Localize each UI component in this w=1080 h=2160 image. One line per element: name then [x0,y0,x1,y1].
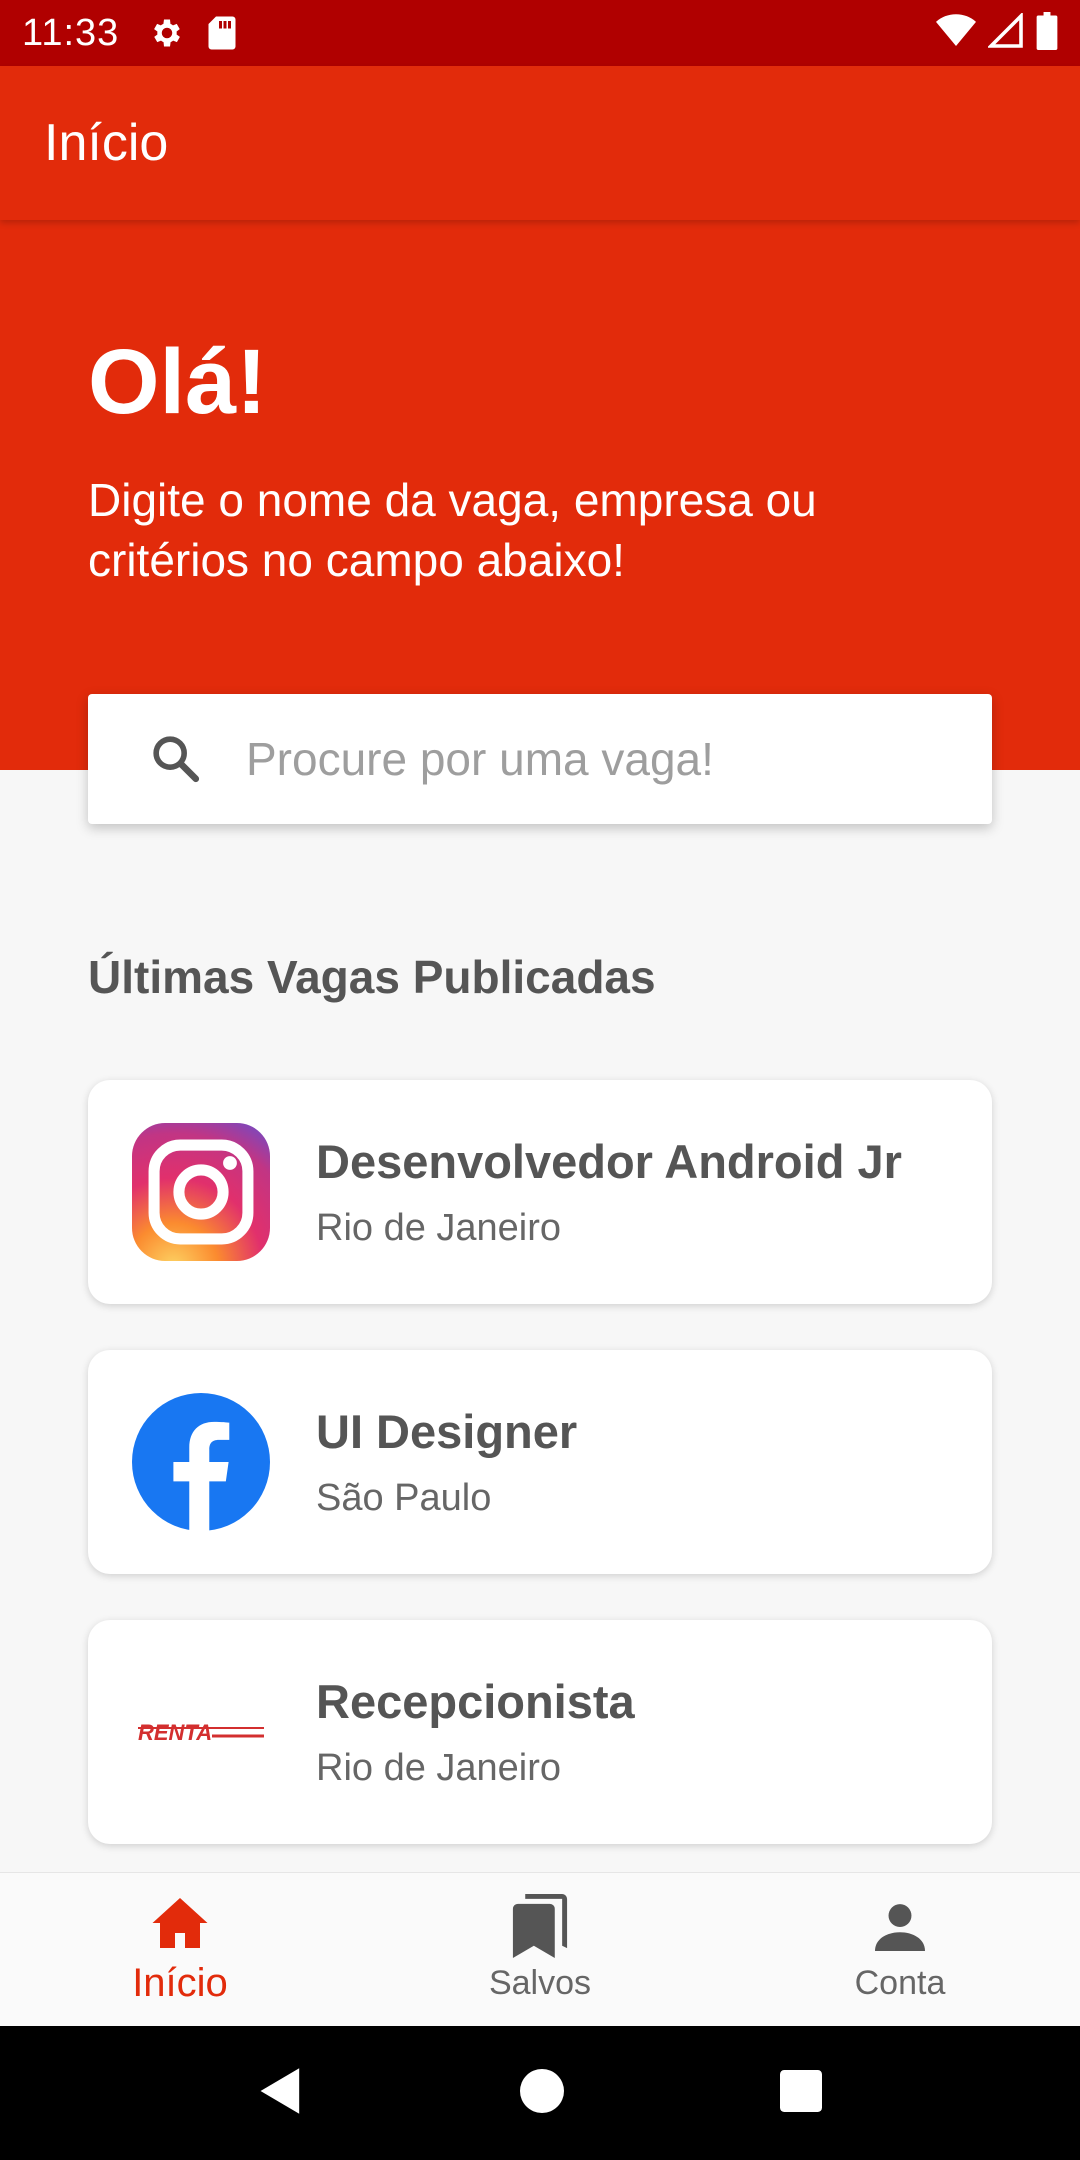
nav-item-salvos[interactable]: Salvos [360,1873,720,2026]
search-bar[interactable] [88,694,992,824]
job-text: Desenvolvedor Android Jr Rio de Janeiro [316,1134,902,1250]
nav-label: Início [132,1961,228,2005]
sd-card-icon [207,15,237,51]
recents-icon[interactable] [780,2069,822,2117]
facebook-logo [132,1393,270,1531]
back-icon[interactable] [258,2066,304,2121]
instagram-logo [132,1123,270,1261]
screen: 11:33 Início Olá! Digite o nome da vaga,… [0,0,1080,2160]
job-card[interactable]: RENTA Recepcionista Rio de Janeiro [88,1620,992,1844]
job-text: Recepcionista Rio de Janeiro [316,1674,635,1790]
nav-item-conta[interactable]: Conta [720,1873,1080,2026]
section-title: Últimas Vagas Publicadas [88,951,656,1003]
home-icon [150,1893,210,1953]
app-bar: Início [0,66,1080,220]
nav-label: Salvos [488,1964,592,2002]
job-title: Recepcionista [316,1675,635,1728]
wifi-icon [936,13,976,54]
person-icon [875,1896,925,1956]
renta-logo: RENTA [132,1663,270,1801]
job-location: Rio de Janeiro [316,1207,562,1249]
hero-subtitle: Digite o nome da vaga, empresa ou critér… [88,474,817,586]
job-title: UI Designer [316,1405,578,1458]
system-navigation-bar [0,2026,1080,2160]
status-bar: 11:33 [0,0,1080,66]
bookmarks-icon [512,1894,568,1958]
job-card[interactable]: Desenvolvedor Android Jr Rio de Janeiro [88,1080,992,1304]
job-location: Rio de Janeiro [316,1747,562,1789]
signal-icon [986,11,1024,54]
search-input[interactable] [246,732,926,786]
nav-item-inicio[interactable]: Início [0,1873,360,2026]
status-time: 11:33 [22,11,120,54]
status-right-icons [936,11,1058,55]
job-card[interactable]: UI Designer São Paulo [88,1350,992,1574]
bottom-navigation: Início Salvos Conta [0,1872,1080,2026]
hero-greeting: Olá! [88,331,267,433]
app-bar-title: Início [44,114,169,172]
battery-icon [1036,11,1058,55]
job-location: São Paulo [316,1477,492,1519]
svg-text:RENTA: RENTA [138,1720,212,1745]
hero-banner: Olá! Digite o nome da vaga, empresa ou c… [0,220,1080,770]
gear-icon [149,15,185,51]
search-icon [153,736,200,783]
job-title: Desenvolvedor Android Jr [316,1135,902,1188]
job-text: UI Designer São Paulo [316,1404,577,1520]
nav-label: Conta [854,1964,946,2002]
home-button-icon[interactable] [520,2068,564,2118]
